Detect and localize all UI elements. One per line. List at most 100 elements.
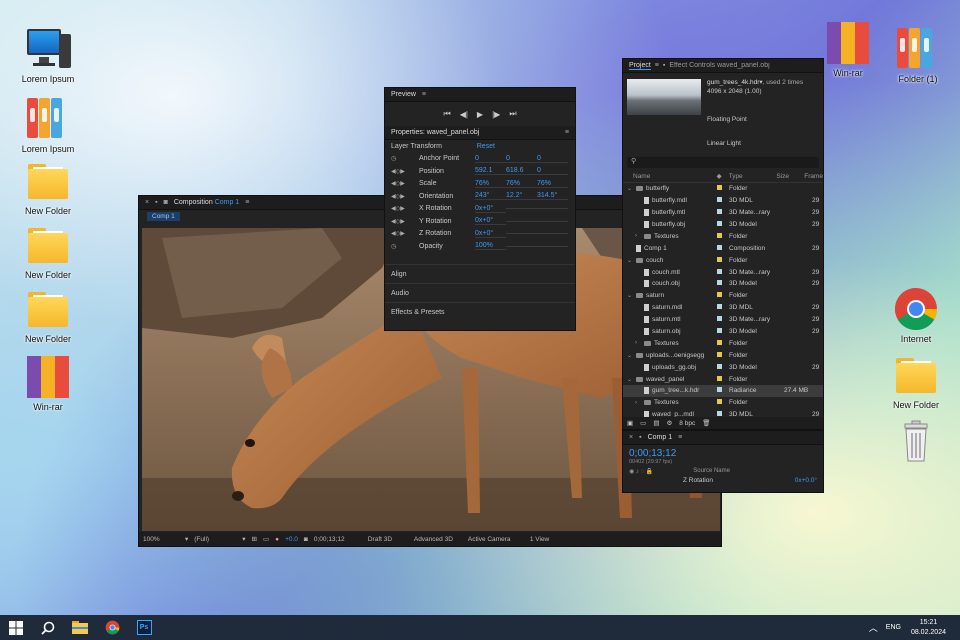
project-row[interactable]: butterfly.mdl 3D MDL 29	[623, 195, 823, 207]
chevron-icon[interactable]: ›	[635, 233, 641, 239]
desktop-icon-new-folder[interactable]: New Folder	[8, 286, 88, 344]
label-color-swatch[interactable]	[717, 375, 729, 383]
chevron-up-icon[interactable]: ︿	[869, 621, 878, 634]
camera-select[interactable]: Active Camera	[468, 536, 524, 543]
chevron-icon[interactable]: ⌄	[627, 352, 633, 359]
project-row[interactable]: butterfly.mtl 3D Mate...rary 29	[623, 207, 823, 219]
grid-icon[interactable]: ⊞	[252, 535, 257, 543]
label-color-swatch[interactable]	[717, 304, 729, 311]
chevron-icon[interactable]: ⌄	[627, 376, 633, 383]
desktop-icon-computer[interactable]: Lorem Ipsum	[8, 26, 88, 84]
property-value-v3[interactable]: 76%	[537, 180, 568, 188]
property-value-v2[interactable]: 618.6	[506, 167, 537, 176]
project-row[interactable]: saturn.mdl 3D MDL 29	[623, 302, 823, 314]
interpret-icon[interactable]: ▣	[627, 419, 633, 427]
property-value-v3[interactable]	[537, 220, 568, 222]
timeline-layer-row[interactable]: Z Rotation 0x+0.0°	[623, 475, 823, 484]
label-color-swatch[interactable]	[717, 232, 729, 240]
property-value-v1[interactable]: 243°	[475, 192, 506, 201]
label-color-swatch[interactable]	[717, 280, 729, 287]
label-color-swatch[interactable]	[717, 197, 729, 204]
timeline-timecode[interactable]: 0;00;13;12	[623, 445, 823, 459]
label-color-swatch[interactable]	[717, 268, 729, 276]
last-frame-icon[interactable]: ⏭	[509, 109, 516, 119]
label-color-swatch[interactable]	[717, 387, 729, 394]
keyframe-nav-icon[interactable]: ◀◇▶	[391, 230, 419, 237]
property-value-v1[interactable]: 0x+0°	[475, 217, 506, 226]
chevron-icon[interactable]: ›	[635, 400, 641, 406]
property-value-v2[interactable]: 0	[506, 155, 537, 163]
column-name[interactable]: Name	[633, 173, 717, 180]
keyframe-nav-icon[interactable]: ◀◇▶	[391, 180, 419, 187]
keyframe-nav-icon[interactable]: ◀◇▶	[391, 218, 419, 225]
property-value-v2[interactable]	[506, 208, 537, 210]
chevron-icon[interactable]: ⌄	[627, 185, 633, 192]
property-value-v1[interactable]: 0x+0°	[475, 230, 506, 238]
keyframe-nav-icon[interactable]: ◀◇▶	[391, 193, 419, 200]
menu-icon[interactable]: ≡	[655, 62, 659, 69]
new-folder-icon[interactable]: ▭	[640, 419, 646, 427]
label-color-swatch[interactable]	[717, 328, 729, 335]
project-row[interactable]: couch.mtl 3D Mate...rary 29	[623, 266, 823, 278]
property-value-v2[interactable]	[506, 220, 537, 222]
section-audio[interactable]: Audio	[385, 283, 575, 302]
mask-icon[interactable]: ▭	[263, 535, 269, 543]
project-row[interactable]: saturn.mtl 3D Mate...rary 29	[623, 314, 823, 326]
layer-property-value[interactable]: 0x+0.0°	[795, 477, 817, 484]
clock[interactable]: 15:21 08.02.2024	[911, 618, 946, 638]
chevron-icon[interactable]: ›	[635, 340, 641, 346]
desktop-icon-winrar[interactable]: Win-rar	[8, 354, 88, 412]
property-value-v2[interactable]: 12.2°	[506, 192, 537, 201]
desktop-icon-recycle-bin[interactable]	[876, 418, 956, 466]
project-row[interactable]: gum_tree...k.hdr Radiance 27.4 MB	[623, 385, 823, 397]
composition-subtab[interactable]: Comp 1	[147, 211, 180, 221]
lock-icon[interactable]: ▪	[155, 199, 157, 206]
prev-frame-icon[interactable]: ◀|	[460, 110, 468, 119]
label-column-icon[interactable]: ◆	[717, 172, 729, 180]
property-value-v3[interactable]	[537, 208, 568, 210]
desktop-icon-new-folder[interactable]: New Folder	[8, 222, 88, 280]
property-value-v3[interactable]: 0	[537, 167, 568, 176]
label-color-swatch[interactable]	[717, 339, 729, 347]
label-color-swatch[interactable]	[717, 221, 729, 228]
property-value-v1[interactable]: 592.1	[475, 167, 506, 176]
property-value-v1[interactable]: 76%	[475, 180, 506, 188]
project-row[interactable]: uploads_gg.obj 3D Model 29	[623, 361, 823, 373]
desktop-icon-internet[interactable]: Internet	[876, 286, 956, 344]
renderer-select[interactable]: Advanced 3D	[414, 536, 462, 543]
bpc-label[interactable]: 8 bpc	[679, 420, 695, 427]
desktop-icon-binders[interactable]: Lorem Ipsum	[8, 96, 88, 154]
property-value-v3[interactable]: 314.5°	[537, 192, 568, 201]
project-row[interactable]: › Textures Folder	[623, 397, 823, 409]
property-value-v3[interactable]	[537, 245, 568, 247]
reset-button[interactable]: Reset	[477, 143, 495, 150]
label-color-swatch[interactable]	[717, 399, 729, 406]
property-value-v1[interactable]: 0	[475, 155, 506, 163]
keyframe-nav-icon[interactable]: ◀◇▶	[391, 205, 419, 212]
label-color-swatch[interactable]	[717, 316, 729, 323]
label-color-swatch[interactable]	[717, 292, 729, 299]
label-color-swatch[interactable]	[717, 244, 729, 252]
trash-icon[interactable]: 🗑	[702, 419, 710, 427]
project-tab[interactable]: Project	[629, 62, 651, 70]
project-row[interactable]: ⌄ butterfly Folder	[623, 183, 823, 195]
column-frame[interactable]: Frame	[804, 173, 823, 180]
project-row[interactable]: › Textures Folder	[623, 337, 823, 349]
property-value-v2[interactable]: 76%	[506, 180, 537, 188]
label-color-swatch[interactable]	[717, 209, 729, 216]
project-row[interactable]: Comp 1 Composition 29	[623, 242, 823, 254]
chevron-icon[interactable]: ⌄	[627, 292, 633, 299]
keyframe-nav-icon[interactable]: ◀◇▶	[391, 168, 419, 175]
menu-icon[interactable]: ≡	[678, 434, 682, 441]
label-color-swatch[interactable]	[717, 363, 729, 371]
next-frame-icon[interactable]: |▶	[492, 110, 500, 119]
chrome-button[interactable]	[96, 615, 128, 640]
property-value-v2[interactable]	[506, 233, 537, 235]
timeline-tab[interactable]: Comp 1	[648, 434, 673, 441]
menu-icon[interactable]: ≡	[565, 129, 569, 136]
project-row[interactable]: ⌄ waved_panel Folder	[623, 373, 823, 385]
chevron-icon[interactable]: ⌄	[627, 257, 633, 264]
section-effects-presets[interactable]: Effects & Presets	[385, 302, 575, 321]
close-icon[interactable]: ×	[629, 434, 633, 441]
start-button[interactable]	[0, 615, 32, 640]
